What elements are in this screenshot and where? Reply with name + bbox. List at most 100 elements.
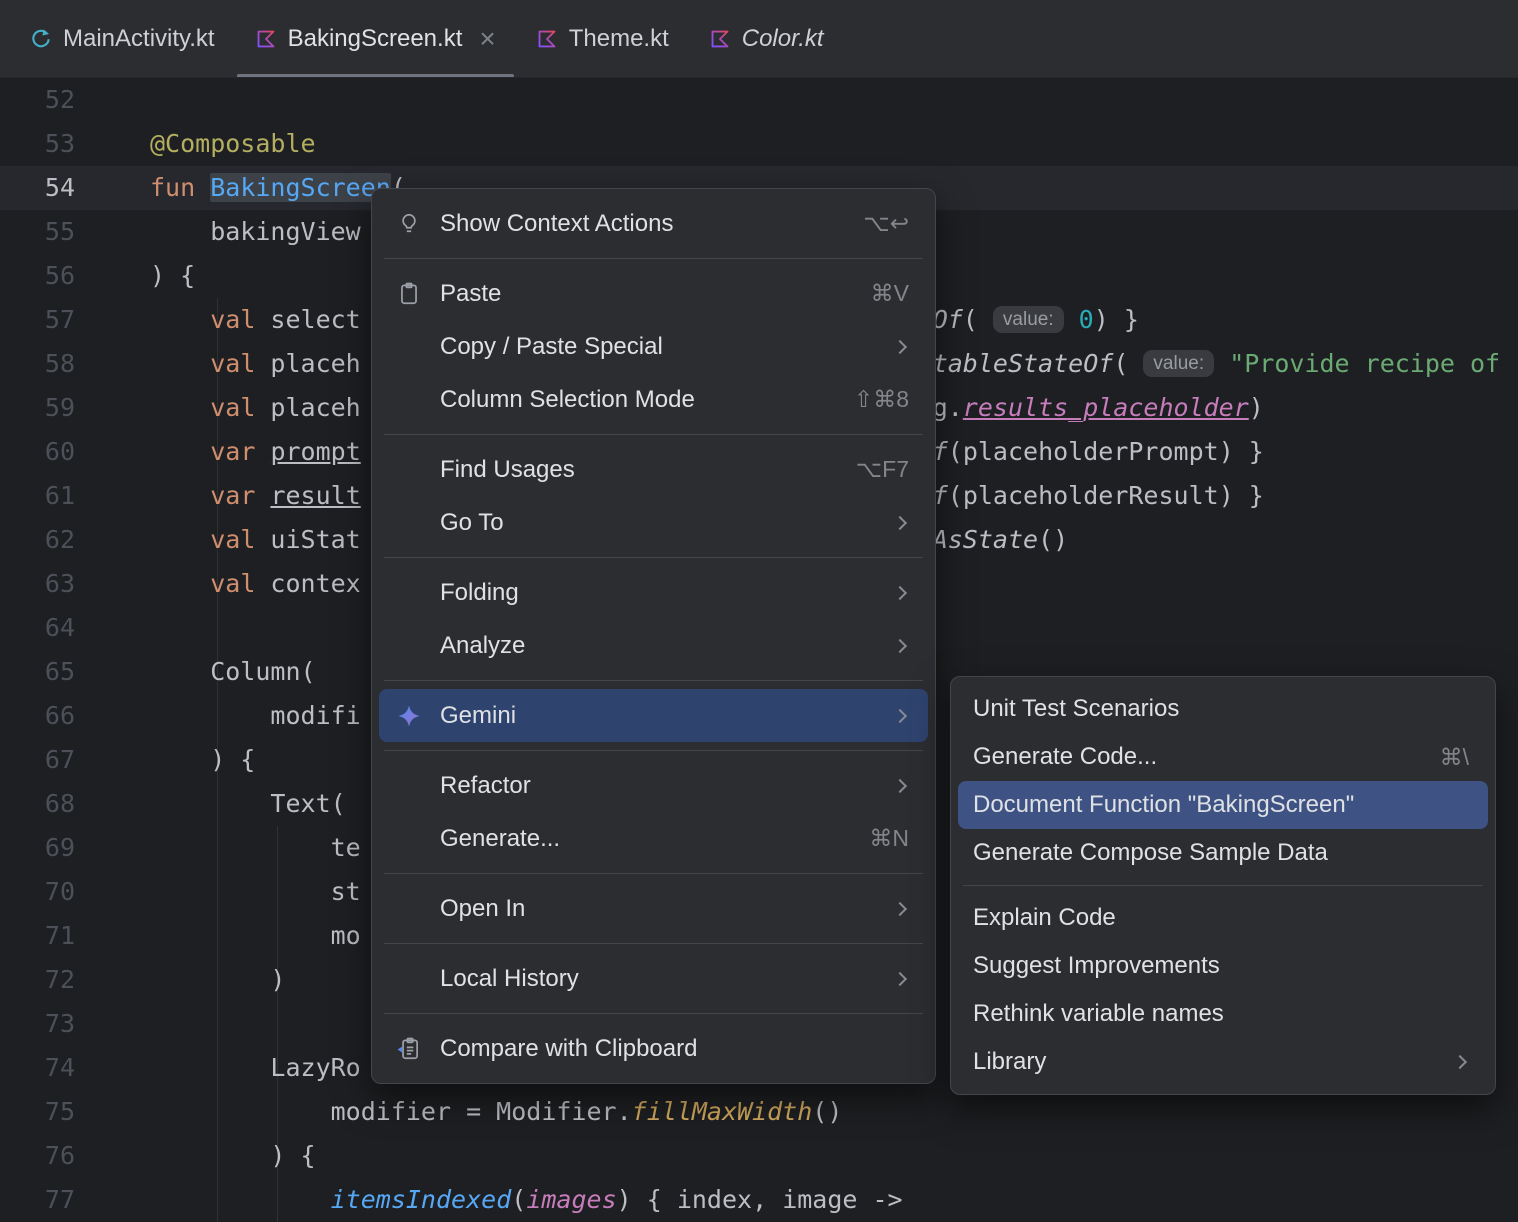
- line-number[interactable]: 54: [0, 166, 75, 210]
- menu-separator: [384, 680, 923, 681]
- kotlin-file-icon: [257, 30, 275, 47]
- menu-item-library[interactable]: Library: [958, 1038, 1488, 1086]
- line-number[interactable]: 73: [0, 1002, 75, 1046]
- code-line[interactable]: 75 modifier = Modifier.fillMaxWidth(): [0, 1090, 1518, 1134]
- chevron-right-icon: [892, 971, 908, 986]
- chevron-right-icon: [892, 585, 908, 600]
- code-text: @Composable: [150, 129, 316, 158]
- tab-bakingscreen-kt[interactable]: BakingScreen.kt ×: [235, 0, 516, 77]
- line-number[interactable]: 55: [0, 210, 75, 254]
- tab-theme-kt[interactable]: Theme.kt: [516, 0, 689, 77]
- tab-label: MainActivity.kt: [63, 24, 215, 52]
- menu-item-paste[interactable]: Paste ⌘V: [379, 267, 928, 320]
- chevron-right-icon: [1452, 1054, 1468, 1070]
- menu-item-label: Local History: [440, 964, 579, 992]
- code-text: ): [150, 965, 286, 994]
- line-number[interactable]: 66: [0, 694, 75, 738]
- menu-item-label: Suggest Improvements: [973, 952, 1220, 979]
- menu-separator: [384, 557, 923, 558]
- menu-item-document-function-bakingscreen[interactable]: Document Function "BakingScreen": [958, 781, 1488, 829]
- line-number[interactable]: 56: [0, 254, 75, 298]
- menu-item-compare-with-clipboard[interactable]: Compare with Clipboard: [379, 1022, 928, 1075]
- code-text: te: [150, 833, 361, 862]
- code-line[interactable]: 53 @Composable: [0, 122, 1518, 166]
- kotlin-file-icon: [711, 30, 729, 47]
- menu-item-label: Library: [973, 1048, 1047, 1075]
- menu-item-label: Document Function "BakingScreen": [973, 791, 1355, 818]
- menu-item-go-to[interactable]: Go To: [379, 496, 928, 549]
- menu-separator: [384, 1013, 923, 1014]
- context-menu: Show Context Actions ⌥↩ Paste ⌘V Copy / Past…: [371, 188, 936, 1084]
- menu-item-suggest-improvements[interactable]: Suggest Improvements: [958, 942, 1488, 990]
- code-text: ) {: [150, 1141, 316, 1170]
- code-line[interactable]: 76 ) {: [0, 1134, 1518, 1178]
- menu-item-folding[interactable]: Folding: [379, 566, 928, 619]
- line-number[interactable]: 61: [0, 474, 75, 518]
- menu-item-generate[interactable]: Generate... ⌘N: [379, 812, 928, 865]
- menu-item-generate-code[interactable]: Generate Code... ⌘\: [958, 733, 1488, 781]
- menu-separator: [963, 885, 1483, 886]
- line-number[interactable]: 70: [0, 870, 75, 914]
- code-line[interactable]: 52: [0, 78, 1518, 122]
- tab-bar: MainActivity.kt BakingScreen.kt × Theme.kt C…: [0, 0, 1518, 78]
- menu-item-label: Generate Code...: [973, 743, 1158, 770]
- line-number[interactable]: 68: [0, 782, 75, 826]
- menu-item-column-selection-mode[interactable]: Column Selection Mode ⇧⌘8: [379, 373, 928, 426]
- menu-item-label: Show Context Actions: [440, 209, 674, 237]
- tab-label: Color.kt: [741, 24, 824, 52]
- code-text: bakingView: [150, 217, 361, 246]
- tab-mainactivity-kt[interactable]: MainActivity.kt: [10, 0, 235, 77]
- code-text: Column(: [150, 657, 316, 686]
- line-number[interactable]: 52: [0, 78, 75, 122]
- chevron-right-icon: [892, 708, 908, 723]
- line-number[interactable]: 67: [0, 738, 75, 782]
- menu-item-find-usages[interactable]: Find Usages ⌥F7: [379, 443, 928, 496]
- line-number[interactable]: 59: [0, 386, 75, 430]
- line-number[interactable]: 57: [0, 298, 75, 342]
- line-number[interactable]: 62: [0, 518, 75, 562]
- menu-item-label: Find Usages: [440, 455, 575, 483]
- chevron-right-icon: [892, 901, 908, 916]
- menu-item-refactor[interactable]: Refactor: [379, 759, 928, 812]
- lightbulb-icon: [396, 211, 440, 237]
- gemini-icon: [396, 703, 440, 729]
- line-number[interactable]: 71: [0, 914, 75, 958]
- code-text: LazyRo: [150, 1053, 361, 1082]
- menu-item-unit-test-scenarios[interactable]: Unit Test Scenarios: [958, 685, 1488, 733]
- inlay-hint: value:: [1143, 350, 1215, 377]
- line-number[interactable]: 77: [0, 1178, 75, 1222]
- line-number[interactable]: 69: [0, 826, 75, 870]
- menu-item-generate-compose-sample-data[interactable]: Generate Compose Sample Data: [958, 829, 1488, 877]
- tab-label: BakingScreen.kt: [287, 24, 463, 52]
- code-text: val contex: [210, 569, 361, 598]
- menu-item-label: Folding: [440, 578, 519, 606]
- line-number[interactable]: 60: [0, 430, 75, 474]
- line-number[interactable]: 76: [0, 1134, 75, 1178]
- line-number[interactable]: 58: [0, 342, 75, 386]
- menu-item-label: Generate...: [440, 824, 561, 852]
- line-number[interactable]: 65: [0, 650, 75, 694]
- menu-item-label: Refactor: [440, 771, 531, 799]
- line-number[interactable]: 63: [0, 562, 75, 606]
- menu-item-copy-paste-special[interactable]: Copy / Paste Special: [379, 320, 928, 373]
- line-number[interactable]: 53: [0, 122, 75, 166]
- menu-item-label: Analyze: [440, 631, 526, 659]
- tab-close-icon[interactable]: ×: [479, 24, 495, 53]
- line-number[interactable]: 64: [0, 606, 75, 650]
- code-line[interactable]: 77 itemsIndexed(images) { index, image -…: [0, 1178, 1518, 1222]
- menu-item-show-context-actions[interactable]: Show Context Actions ⌥↩: [379, 197, 928, 250]
- line-number[interactable]: 75: [0, 1090, 75, 1134]
- tab-color-kt[interactable]: Color.kt: [689, 0, 844, 77]
- inlay-hint: value:: [992, 306, 1064, 333]
- menu-item-local-history[interactable]: Local History: [379, 952, 928, 1005]
- line-number[interactable]: 72: [0, 958, 75, 1002]
- code-text: fun BakingScreen(: [150, 173, 406, 202]
- menu-item-rethink-variable-names[interactable]: Rethink variable names: [958, 990, 1488, 1038]
- menu-item-open-in[interactable]: Open In: [379, 882, 928, 935]
- menu-item-analyze[interactable]: Analyze: [379, 619, 928, 672]
- line-number[interactable]: 74: [0, 1046, 75, 1090]
- menu-item-gemini[interactable]: Gemini: [379, 689, 928, 742]
- menu-item-explain-code[interactable]: Explain Code: [958, 894, 1488, 942]
